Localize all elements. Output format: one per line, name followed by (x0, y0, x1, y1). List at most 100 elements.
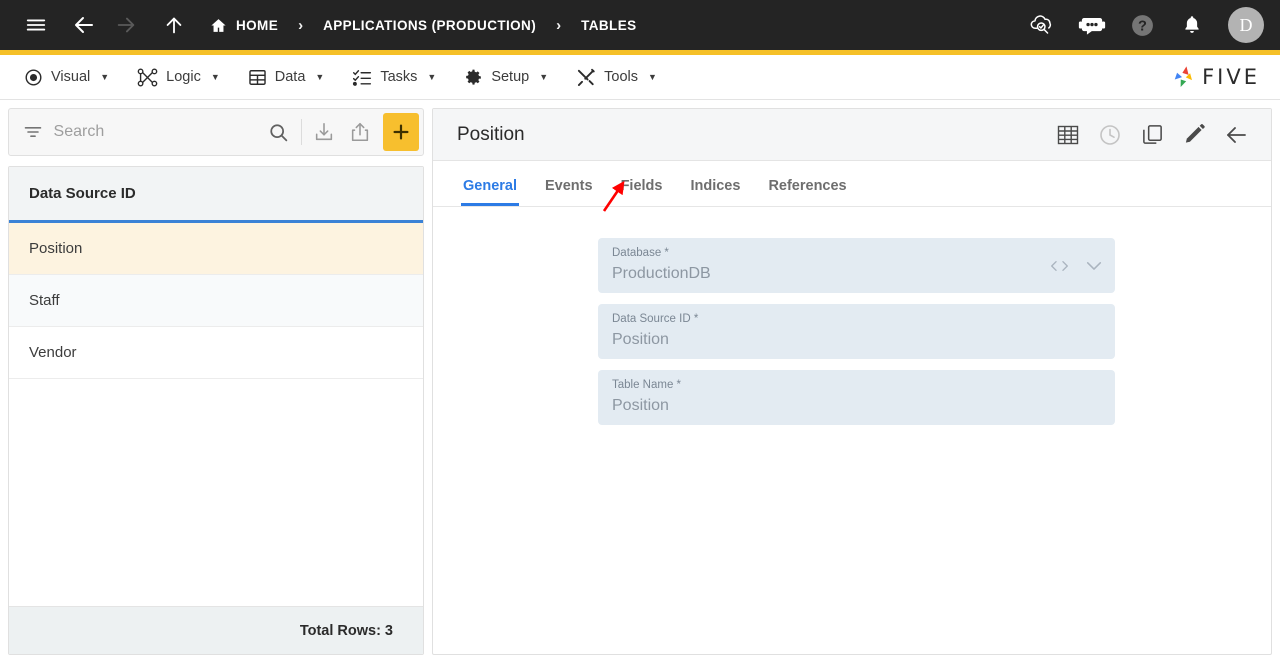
menu-visual[interactable]: Visual ▼ (10, 55, 123, 100)
menu-data[interactable]: Data ▼ (234, 55, 339, 100)
detail-tabs: General Events Fields Indices References (433, 161, 1271, 207)
logic-nodes-icon (137, 68, 158, 87)
menu-label: Setup (491, 69, 530, 85)
chevron-down-icon: ▼ (648, 72, 657, 82)
forward-arrow-icon (106, 5, 146, 45)
menu-logic[interactable]: Logic ▼ (123, 55, 234, 100)
breadcrumb-label: HOME (236, 17, 279, 33)
chevron-down-icon: ▼ (315, 72, 325, 82)
detail-actions (1055, 122, 1249, 148)
chevron-down-icon: ▼ (210, 72, 220, 82)
chevron-down-icon[interactable] (1085, 259, 1103, 273)
tab-general[interactable]: General (449, 178, 531, 206)
table-row[interactable]: Staff (9, 275, 423, 327)
back-arrow-icon[interactable] (64, 5, 104, 45)
copy-icon[interactable] (1139, 122, 1165, 148)
five-logo: FIVE (1169, 63, 1270, 91)
five-logo-text: FIVE (1202, 65, 1260, 89)
menu-label: Visual (51, 69, 91, 85)
menu-label: Tasks (380, 69, 418, 85)
field-label: Data Source ID * (612, 313, 699, 325)
column-header-data-source-id[interactable]: Data Source ID (29, 185, 136, 202)
application-menu-bar: Visual ▼ Logic ▼ Data ▼ Tasks ▼ Setup ▼ … (0, 55, 1280, 100)
grid-rows: Position Staff Vendor (9, 223, 423, 606)
tab-label: Indices (690, 178, 741, 194)
export-share-icon[interactable] (342, 113, 378, 151)
chevron-down-icon: ▼ (539, 72, 549, 82)
tools-icon (576, 68, 596, 87)
tab-label: Fields (620, 178, 663, 194)
breadcrumb-separator: › (298, 16, 304, 34)
top-navigation-bar: HOME › APPLICATIONS (PRODUCTION) › TABLE… (0, 0, 1280, 50)
breadcrumb-item-tables[interactable]: TABLES (575, 18, 642, 33)
menu-label: Data (274, 69, 306, 85)
cell-data-source-id: Position (29, 240, 83, 257)
menu-label: Tools (604, 69, 638, 85)
topbar-actions: ? D (1022, 5, 1264, 45)
search-input[interactable] (47, 123, 261, 141)
bell-icon[interactable] (1172, 5, 1212, 45)
chevron-down-icon: ▼ (427, 72, 437, 82)
robot-chat-icon[interactable] (1072, 5, 1112, 45)
breadcrumb-label: APPLICATIONS (PRODUCTION) (323, 17, 537, 33)
edit-pencil-icon[interactable] (1181, 122, 1207, 148)
search-icon[interactable] (261, 113, 297, 151)
field-value: Position (612, 331, 669, 349)
clock-history-icon (1097, 122, 1123, 148)
breadcrumb-label: TABLES (581, 17, 637, 33)
breadcrumb-separator: › (556, 16, 562, 34)
field-database[interactable]: Database * ProductionDB (598, 238, 1115, 293)
help-icon[interactable]: ? (1122, 5, 1162, 45)
general-tab-form: Database * ProductionDB Data Source ID *… (433, 207, 1271, 654)
svg-text:?: ? (1138, 18, 1147, 34)
gear-icon (464, 68, 483, 87)
filter-icon[interactable] (19, 122, 48, 142)
code-brackets-icon[interactable] (1050, 258, 1069, 273)
menu-label: Logic (166, 69, 201, 85)
cloud-check-search-icon[interactable] (1022, 5, 1062, 45)
tab-fields[interactable]: Fields (607, 178, 677, 206)
chevron-down-icon: ▼ (100, 72, 110, 82)
tab-label: Events (545, 178, 593, 194)
five-logo-mark (1169, 63, 1197, 91)
cell-data-source-id: Staff (29, 292, 60, 309)
back-arrow-icon[interactable] (1223, 122, 1249, 148)
hamburger-menu-icon[interactable] (16, 5, 56, 45)
detail-card: Position General Events Fields Indices R… (432, 108, 1272, 655)
table-grid-icon[interactable] (1055, 122, 1081, 148)
tab-references[interactable]: References (754, 178, 860, 206)
tab-label: References (768, 178, 847, 194)
tab-events[interactable]: Events (531, 178, 607, 206)
field-label: Database * (612, 247, 669, 259)
field-value: Position (612, 397, 669, 415)
menu-setup[interactable]: Setup ▼ (450, 55, 562, 100)
tab-label: General (463, 178, 517, 194)
up-arrow-icon[interactable] (154, 5, 194, 45)
left-list-panel: Data Source ID Position Staff Vendor Tot… (0, 100, 432, 658)
detail-panel: Position General Events Fields Indices R… (432, 100, 1280, 658)
home-icon (210, 17, 227, 34)
breadcrumb: HOME › APPLICATIONS (PRODUCTION) › TABLE… (204, 17, 643, 34)
menu-tools[interactable]: Tools ▼ (562, 55, 671, 100)
field-label: Table Name * (612, 379, 682, 391)
grid-header: Data Source ID (9, 167, 423, 223)
grid-footer-total-rows: Total Rows: 3 (9, 606, 423, 654)
form-fields: Database * ProductionDB Data Source ID *… (598, 238, 1115, 425)
field-value: ProductionDB (612, 265, 711, 283)
user-avatar[interactable]: D (1228, 7, 1264, 43)
tab-indices[interactable]: Indices (676, 178, 754, 206)
table-row[interactable]: Position (9, 223, 423, 275)
checklist-icon (352, 68, 372, 87)
cell-data-source-id: Vendor (29, 344, 77, 361)
page-title: Position (457, 123, 525, 145)
import-download-icon[interactable] (306, 113, 342, 151)
data-source-grid: Data Source ID Position Staff Vendor Tot… (8, 166, 424, 655)
table-row[interactable]: Vendor (9, 327, 423, 379)
grid-table-icon (248, 68, 267, 87)
field-table-name[interactable]: Table Name * Position (598, 370, 1115, 425)
breadcrumb-item-home[interactable]: HOME (204, 17, 284, 34)
add-record-button[interactable] (382, 113, 419, 151)
field-data-source-id[interactable]: Data Source ID * Position (598, 304, 1115, 359)
menu-tasks[interactable]: Tasks ▼ (338, 55, 450, 100)
breadcrumb-item-applications[interactable]: APPLICATIONS (PRODUCTION) (317, 18, 542, 33)
